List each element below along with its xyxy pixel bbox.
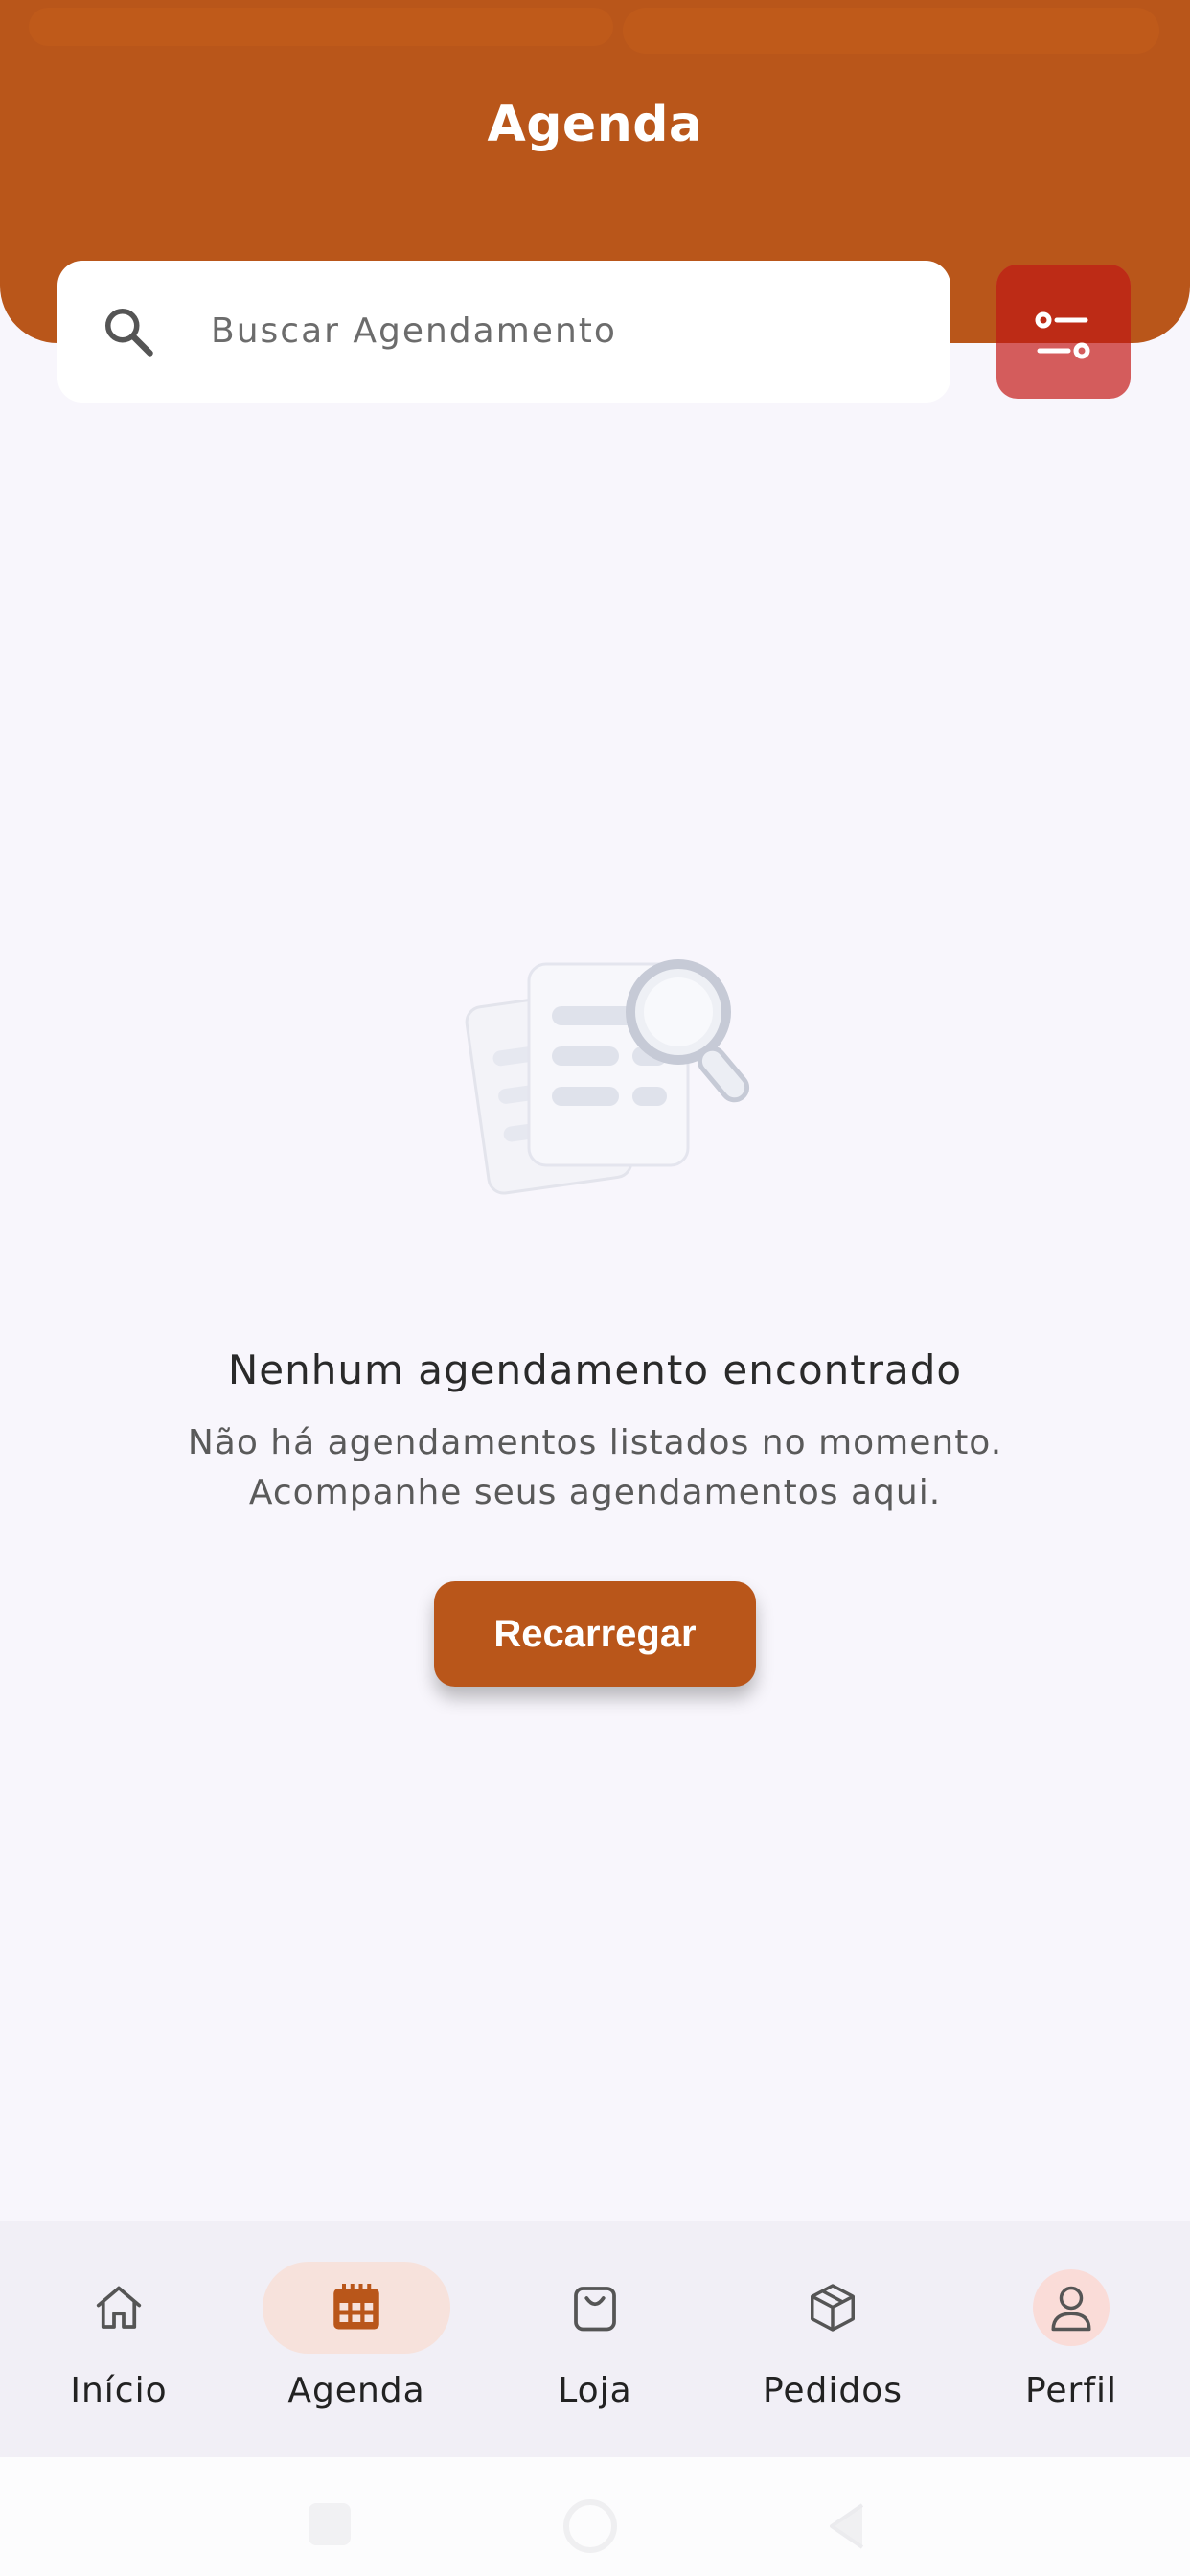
nav-label: Pedidos xyxy=(762,2371,904,2410)
empty-documents-icon xyxy=(465,959,750,1195)
search-input[interactable]: Buscar Agendamento xyxy=(57,261,950,402)
nav-item-loja[interactable]: Loja xyxy=(476,2221,714,2457)
calendar-icon xyxy=(333,2284,379,2330)
shopping-bag-icon xyxy=(574,2287,616,2332)
empty-state-description: Não há agendamentos listados no momento.… xyxy=(187,1423,1003,1512)
nav-icon-container xyxy=(501,2262,689,2354)
recents-button[interactable] xyxy=(309,2503,351,2545)
nav-icon-container xyxy=(25,2262,213,2354)
user-icon xyxy=(1051,2286,1091,2332)
back-button[interactable] xyxy=(824,2499,872,2553)
status-bar-left xyxy=(29,8,613,46)
avatar xyxy=(1033,2269,1110,2346)
nav-icon-container-active xyxy=(263,2262,450,2354)
system-navigation-bar xyxy=(0,2457,1190,2576)
nav-icon-container xyxy=(977,2262,1165,2354)
home-button[interactable] xyxy=(563,2499,617,2553)
nav-label: Início xyxy=(70,2371,168,2410)
nav-item-inicio[interactable]: Início xyxy=(0,2221,238,2457)
page-title: Agenda xyxy=(487,96,703,153)
filter-button[interactable] xyxy=(996,264,1131,399)
filter-icon xyxy=(1035,311,1090,359)
nav-item-perfil[interactable]: Perfil xyxy=(952,2221,1190,2457)
search-icon xyxy=(105,309,153,356)
nav-label: Perfil xyxy=(1024,2371,1118,2410)
bottom-navigation: Início Agenda Loja Pedidos Perfil xyxy=(0,2221,1190,2457)
search-placeholder: Buscar Agendamento xyxy=(211,311,617,351)
empty-state-title: Nenhum agendamento encontrado xyxy=(227,1346,963,1393)
reload-button[interactable]: Recarregar xyxy=(434,1581,756,1687)
nav-icon-container xyxy=(739,2262,927,2354)
nav-item-agenda[interactable]: Agenda xyxy=(238,2221,475,2457)
package-icon xyxy=(811,2284,855,2332)
home-icon xyxy=(96,2286,142,2329)
nav-label: Loja xyxy=(558,2371,632,2410)
status-bar-right xyxy=(623,8,1159,54)
nav-item-pedidos[interactable]: Pedidos xyxy=(714,2221,951,2457)
nav-label: Agenda xyxy=(287,2371,425,2410)
agenda-screen: Agenda Buscar Agendamento Nenhum agendam… xyxy=(0,0,1190,2576)
